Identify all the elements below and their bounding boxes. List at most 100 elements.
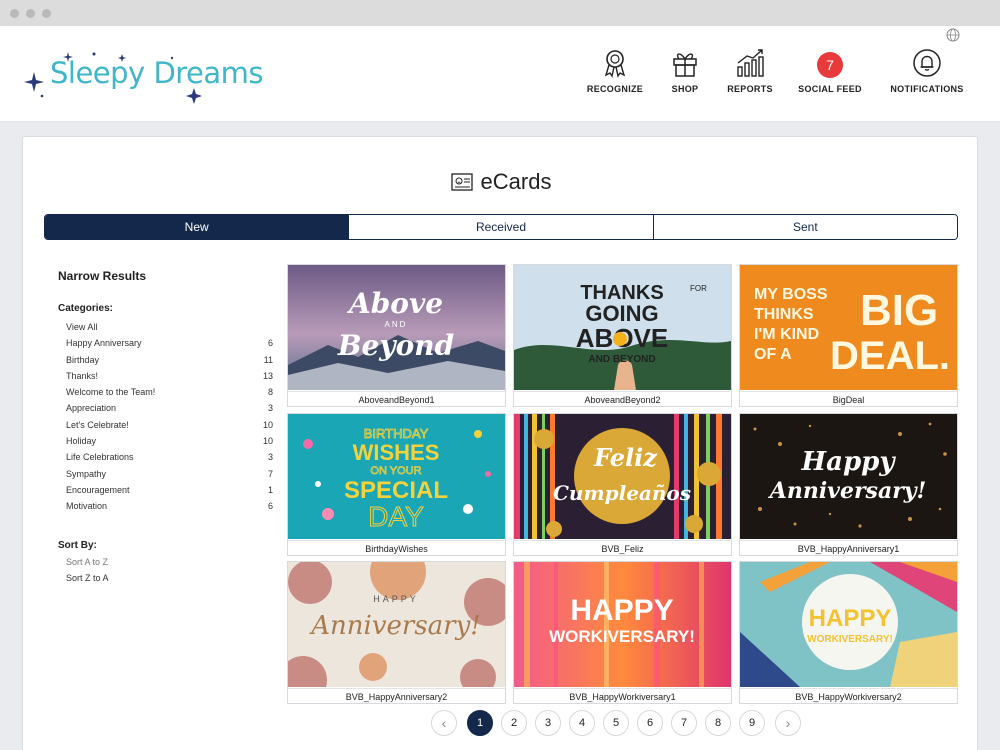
page-button-3[interactable]: 3: [535, 710, 561, 736]
ecard-tile[interactable]: Happy Anniversary! BVB_HappyAnniversary1: [739, 413, 958, 556]
ecard-caption: AboveandBeyond1: [288, 391, 505, 407]
card-art-text: DAY: [368, 501, 424, 532]
card-art-text: HAPPY: [570, 594, 673, 627]
card-art-text: Feliz: [593, 443, 658, 472]
narrow-results-sidebar: Narrow Results Categories: View All Happ…: [58, 269, 273, 589]
category-count: 13: [262, 370, 273, 381]
categories-heading: Categories:: [58, 303, 114, 314]
page-button-8[interactable]: 8: [705, 710, 731, 736]
category-item[interactable]: Let's Celebrate! 10: [58, 420, 273, 436]
page-button-1[interactable]: 1: [467, 710, 493, 736]
ecard-caption: BigDeal: [740, 391, 957, 407]
ecard-caption: BVB_HappyWorkiversary1: [514, 688, 731, 704]
narrow-results-heading: Narrow Results: [58, 269, 147, 283]
category-name: View All: [66, 322, 98, 332]
sort-options: Sort A to Z Sort Z to A: [58, 557, 273, 590]
ecard-caption: BirthdayWishes: [288, 540, 505, 556]
ecard-tile[interactable]: BIRTHDAY WISHES ON YOUR SPECIAL DAY Birt…: [287, 413, 506, 556]
window-close-dot[interactable]: [10, 9, 19, 18]
card-art-text: MY BOSS: [754, 286, 828, 303]
card-art-text: HAPPY: [809, 605, 892, 632]
ecard-image: THANKS FOR GOING ABOVE AND BEYOND: [514, 265, 731, 390]
card-art-text: DEAL.: [830, 334, 950, 378]
nav-notifications[interactable]: NOTIFICATIONS: [882, 48, 972, 94]
ecard-image: HAPPY WORKIVERSARY!: [740, 562, 957, 687]
category-item[interactable]: Life Celebrations 3: [58, 452, 273, 468]
card-art-text: Cumpleaños: [553, 481, 691, 505]
tab-sent[interactable]: Sent: [653, 215, 957, 239]
category-count: 6: [267, 338, 273, 349]
ecard-image: MY BOSS THINKS I'M KIND OF A BIG DEAL.: [740, 265, 957, 390]
nav-social-feed[interactable]: 7 SOCIAL FEED: [785, 48, 875, 94]
category-name: Encouragement: [66, 484, 130, 495]
category-list: View All Happy Anniversary 6 Birthday 11 T…: [58, 322, 273, 518]
gift-icon: [673, 53, 697, 77]
category-item[interactable]: Holiday 10: [58, 436, 273, 452]
category-item[interactable]: Motivation 6: [58, 501, 273, 517]
page-button-4[interactable]: 4: [569, 710, 595, 736]
card-art-text: ON YOUR: [370, 465, 421, 477]
page-button-7[interactable]: 7: [671, 710, 697, 736]
ecard-tabs: New Received Sent: [44, 214, 958, 240]
tab-new[interactable]: New: [45, 215, 350, 239]
card-art-text: WORKIVERSARY!: [549, 627, 695, 646]
category-count: 7: [267, 468, 273, 479]
page-button-9[interactable]: 9: [739, 710, 765, 736]
social-feed-count-badge: 7: [817, 52, 843, 78]
ecard-image: HAPPY Anniversary!: [288, 562, 505, 687]
ecard-tile[interactable]: Above AND Beyond AboveandBeyond1: [287, 264, 506, 407]
card-art-text: Above: [346, 287, 443, 320]
category-item[interactable]: View All: [58, 322, 273, 338]
page-button-5[interactable]: 5: [603, 710, 629, 736]
category-name: Birthday: [66, 354, 100, 365]
card-art-text: SPECIAL: [344, 477, 448, 504]
ecard-caption: BVB_HappyWorkiversary2: [740, 688, 957, 704]
category-item[interactable]: Birthday 11: [58, 355, 273, 371]
page-button-6[interactable]: 6: [637, 710, 663, 736]
ecard-caption: BVB_HappyAnniversary2: [288, 688, 505, 704]
card-art-text: AND BEYOND: [588, 354, 655, 365]
card-art-text: Happy: [801, 447, 897, 477]
window-titlebar: [0, 0, 1000, 26]
card-art-text: HAPPY: [373, 594, 419, 604]
ecard-caption: BVB_HappyAnniversary1: [740, 540, 957, 556]
page-button-2[interactable]: 2: [501, 710, 527, 736]
window-minimize-dot[interactable]: [26, 9, 35, 18]
card-art-text: WISHES: [353, 440, 440, 465]
ecard-tile[interactable]: HAPPY WORKIVERSARY! BVB_HappyWorkiversar…: [513, 561, 732, 704]
category-item[interactable]: Encouragement 1: [58, 485, 273, 501]
brand-name: Sleepy Dreams: [50, 56, 264, 90]
ecard-tile[interactable]: Feliz Cumpleaños BVB_Feliz: [513, 413, 732, 556]
category-count: 3: [267, 403, 273, 414]
ecard-tile[interactable]: MY BOSS THINKS I'M KIND OF A BIG DEAL. B…: [739, 264, 958, 407]
ecard-image: Above AND Beyond: [288, 265, 505, 390]
category-item[interactable]: Welcome to the Team! 8: [58, 387, 273, 403]
nav-social-feed-label: SOCIAL FEED: [798, 84, 862, 94]
nav-reports[interactable]: REPORTS: [705, 48, 795, 94]
category-item[interactable]: Happy Anniversary 6: [58, 338, 273, 354]
card-art-text: Anniversary!: [768, 478, 926, 504]
category-item[interactable]: Thanks! 13: [58, 371, 273, 387]
ecard-tile[interactable]: HAPPY WORKIVERSARY! BVB_HappyWorkiversar…: [739, 561, 958, 704]
category-count: 1: [267, 484, 273, 495]
category-count: 10: [262, 436, 273, 447]
globe-icon[interactable]: [946, 28, 960, 42]
sort-z-to-a[interactable]: Sort Z to A: [58, 573, 273, 589]
category-name: Welcome to the Team!: [66, 387, 156, 398]
window-maximize-dot[interactable]: [42, 9, 51, 18]
category-item[interactable]: Appreciation 3: [58, 403, 273, 419]
category-name: Thanks!: [66, 370, 99, 381]
ecard-tile[interactable]: THANKS FOR GOING ABOVE AND BEYOND Abovea…: [513, 264, 732, 407]
sort-a-to-z[interactable]: Sort A to Z: [58, 557, 273, 573]
next-page-button[interactable]: ›: [775, 710, 801, 736]
bell-icon: [913, 49, 941, 77]
prev-page-button[interactable]: ‹: [431, 710, 457, 736]
pagination: ‹ 1 2 3 4 5 6 7 8 9 ›: [23, 710, 979, 738]
ecard-icon: [450, 173, 473, 191]
ecard-tile[interactable]: HAPPY Anniversary! BVB_HappyAnniversary2: [287, 561, 506, 704]
category-item[interactable]: Sympathy 7: [58, 469, 273, 485]
card-art-text: Beyond: [337, 329, 454, 362]
brand-logo[interactable]: Sleepy Dreams: [22, 50, 264, 104]
tab-received[interactable]: Received: [349, 215, 654, 239]
ecard-caption: BVB_Feliz: [514, 540, 731, 556]
